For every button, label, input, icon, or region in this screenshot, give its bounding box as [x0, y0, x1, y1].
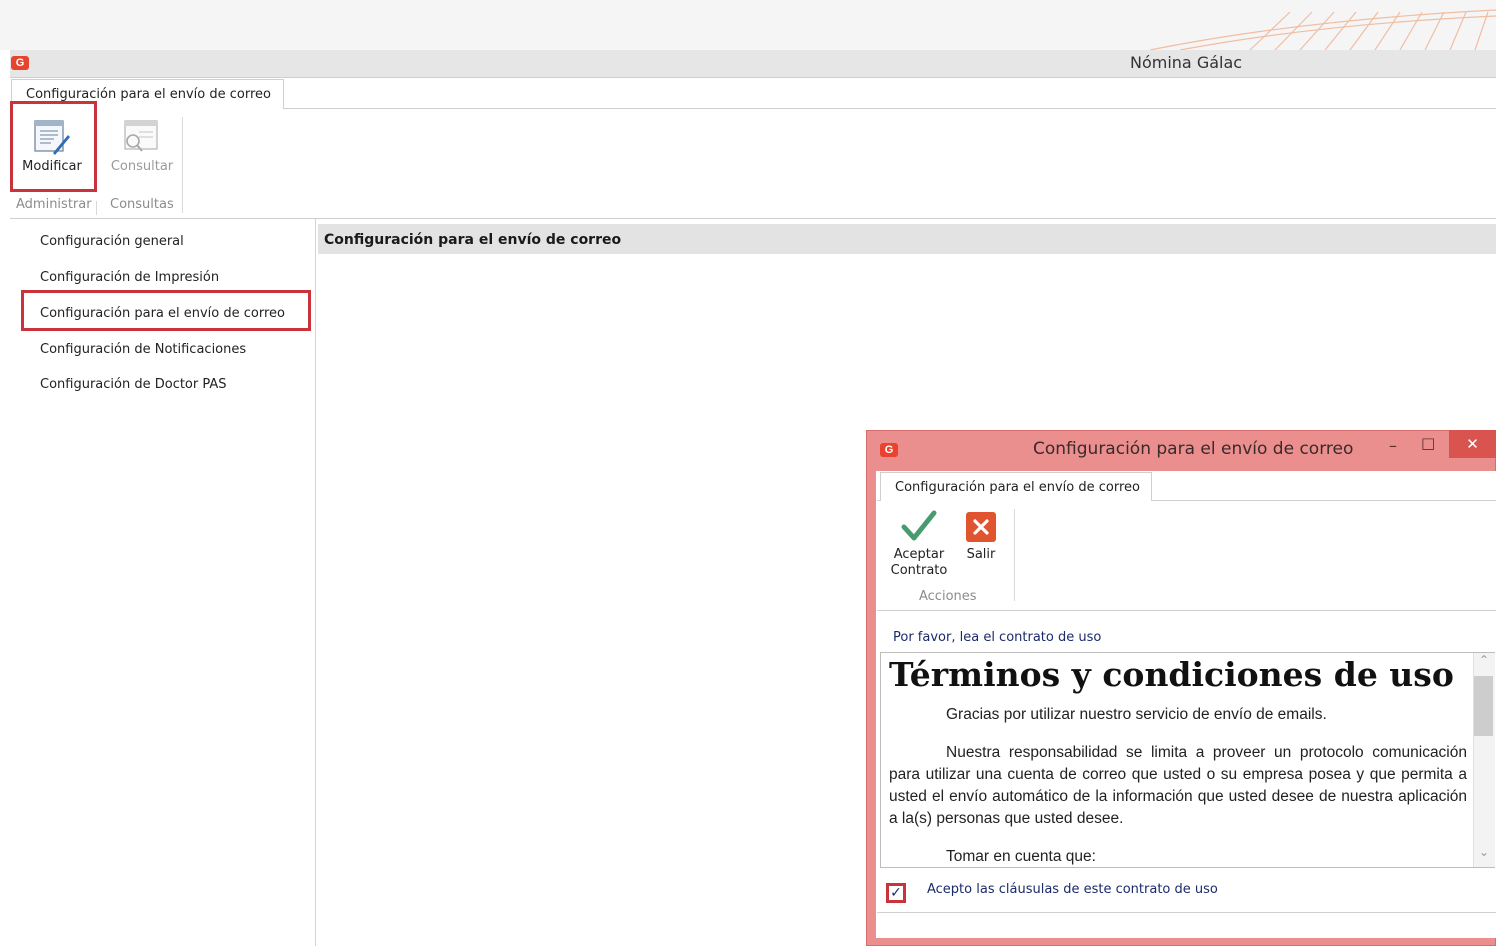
- contract-paragraph: Nuestra responsabilidad se limita a prov…: [889, 744, 1467, 827]
- dialog-tabstrip: Configuración para el envío de correo: [877, 472, 1496, 501]
- dialog-logo-icon: G: [880, 443, 898, 457]
- group-separator: [96, 201, 97, 215]
- sidebar-item-general[interactable]: Configuración general: [40, 234, 184, 249]
- maximize-icon[interactable]: □: [1421, 434, 1435, 452]
- search-document-icon: [124, 120, 158, 152]
- main-header-title: Configuración para el envío de correo: [324, 232, 622, 248]
- accept-terms-checkbox[interactable]: ✓: [886, 883, 906, 903]
- group-separator: [1014, 509, 1015, 601]
- contract-heading: Términos y condiciones de uso: [889, 655, 1454, 694]
- contract-prompt: Por favor, lea el contrato de uso: [893, 630, 1102, 645]
- minimize-icon[interactable]: –: [1389, 436, 1397, 455]
- consult-button[interactable]: Consultar: [108, 119, 176, 174]
- decorative-stripes-icon: [1149, 9, 1496, 50]
- exit-button-label: Salir: [966, 547, 996, 562]
- title-bar: [10, 50, 1496, 78]
- close-x-icon: [966, 512, 996, 542]
- ribbon-tabstrip: Configuración para el envío de correo: [10, 78, 1496, 109]
- contract-text-area[interactable]: Términos y condiciones de uso Gracias po…: [880, 652, 1495, 868]
- dialog-tab-email-config[interactable]: Configuración para el envío de correo: [880, 472, 1152, 501]
- exit-button[interactable]: Salir: [959, 511, 1003, 563]
- dialog-divider: [877, 912, 1496, 913]
- group-label-consults: Consultas: [110, 197, 174, 212]
- accept-label-line2: Contrato: [890, 563, 948, 578]
- highlight-sidebar-email: [21, 290, 311, 331]
- checkmark-icon: [901, 510, 937, 541]
- top-band: [0, 0, 1496, 50]
- group-separator: [182, 117, 183, 213]
- contract-paragraph: Gracias por utilizar nuestro servicio de…: [946, 706, 1327, 723]
- scroll-thumb[interactable]: [1474, 676, 1493, 736]
- scroll-down-icon[interactable]: ⌄: [1479, 845, 1489, 859]
- sidebar-item-print[interactable]: Configuración de Impresión: [40, 270, 219, 285]
- ribbon-body: Modificar Consultar Administrar Consulta…: [10, 109, 1496, 219]
- group-label-admin: Administrar: [16, 197, 92, 212]
- contract-content: Términos y condiciones de uso Gracias po…: [889, 653, 1467, 867]
- consult-button-label: Consultar: [110, 159, 174, 174]
- accept-contract-button[interactable]: Aceptar Contrato: [885, 509, 953, 579]
- accept-label-line1: Aceptar: [893, 547, 945, 562]
- dialog-title: Configuración para el envío de correo: [1033, 439, 1354, 459]
- sidebar-item-doctor-pas[interactable]: Configuración de Doctor PAS: [40, 377, 227, 392]
- dialog-group-actions: Acciones: [919, 589, 977, 604]
- highlight-modify: [10, 101, 97, 192]
- app-title: Nómina Gálac: [1130, 53, 1243, 72]
- contract-paragraph: Tomar en cuenta que:: [946, 848, 1096, 865]
- dialog-ribbon: Aceptar Contrato Salir Acciones: [877, 501, 1496, 611]
- accept-terms-label[interactable]: Acepto las cláusulas de este contrato de…: [927, 882, 1218, 897]
- sidebar-item-notifications[interactable]: Configuración de Notificaciones: [40, 342, 246, 357]
- scroll-up-icon[interactable]: ⌃: [1479, 653, 1489, 667]
- app-logo-icon: G: [11, 56, 29, 70]
- close-icon[interactable]: ✕: [1449, 430, 1496, 458]
